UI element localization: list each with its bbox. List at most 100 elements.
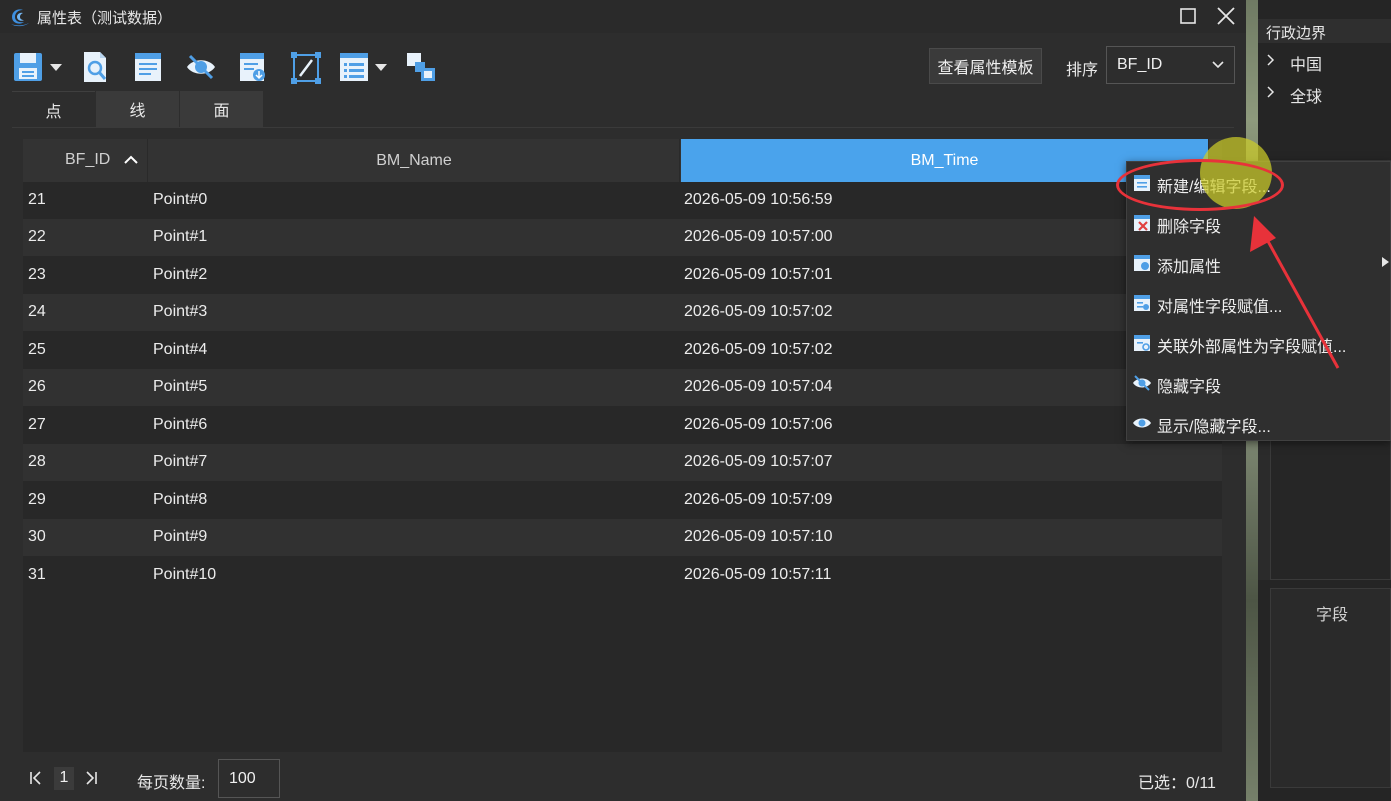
dock-title: 行政边界: [1266, 25, 1327, 42]
cell-bm-name: Point#10: [153, 566, 217, 583]
table-row[interactable]: 31 Point#10 2026-05-09 10:57:11: [23, 557, 1222, 594]
relation-icon[interactable]: [405, 50, 437, 84]
table-row[interactable]: 28 Point#7 2026-05-09 10:57:07: [23, 444, 1222, 481]
add-attribute-icon: [1134, 255, 1150, 271]
submenu-arrow-icon: [1382, 257, 1389, 267]
attribute-table: BF_ID BM_Name BM_Time 21 Point#0 2026-05…: [23, 139, 1222, 752]
table-row[interactable]: 23 Point#2 2026-05-09 10:57:01: [23, 257, 1222, 294]
cell-bm-name: Point#4: [153, 341, 208, 358]
geometry-tabs: 点 线 面: [12, 91, 264, 127]
first-page-icon[interactable]: [29, 770, 43, 786]
cell-bf-id: 22: [28, 228, 46, 245]
cell-bf-id: 31: [28, 566, 46, 583]
cell-bm-time: 2026-05-09 10:57:00: [684, 228, 833, 245]
last-page-icon[interactable]: [84, 770, 98, 786]
cell-bm-name: Point#8: [153, 491, 208, 508]
cell-bm-time: 2026-05-09 10:57:11: [684, 566, 832, 583]
column-header-label: BM_Time: [910, 151, 979, 169]
cell-bm-time: 2026-05-09 10:57:04: [684, 378, 833, 395]
cell-bm-name: Point#0: [153, 191, 208, 208]
edit-field-icon[interactable]: [290, 50, 322, 84]
cell-bf-id: 26: [28, 378, 46, 395]
table-row[interactable]: 21 Point#0 2026-05-09 10:56:59: [23, 182, 1222, 219]
cell-bf-id: 29: [28, 491, 46, 508]
column-header-label: BF_ID: [65, 151, 111, 168]
chevron-right-icon[interactable]: [1266, 54, 1275, 66]
window-title: 属性表（测试数据）: [37, 10, 173, 27]
chevron-right-icon[interactable]: [1266, 86, 1275, 98]
assign-value-icon: [1134, 295, 1150, 311]
cell-bm-name: Point#2: [153, 266, 208, 283]
save-icon[interactable]: [12, 50, 44, 84]
table-row[interactable]: 24 Point#3 2026-05-09 10:57:02: [23, 294, 1222, 331]
query-icon[interactable]: [80, 50, 112, 84]
sort-select[interactable]: BF_ID: [1106, 46, 1235, 84]
cell-bf-id: 23: [28, 266, 46, 283]
column-header-bm-name[interactable]: BM_Name: [149, 139, 680, 182]
cell-bm-time: 2026-05-09 10:57:01: [684, 266, 833, 283]
cell-bm-name: Point#7: [153, 453, 208, 470]
menu-item-label: 显示/隐藏字段...: [1157, 419, 1271, 436]
cell-bm-name: Point#5: [153, 378, 208, 395]
attribute-table-window: 属性表（测试数据） 查看属性模板 排序 BF_ID 点 线 面 BF_ID BM…: [0, 0, 1246, 801]
menu-item-show-hide-field[interactable]: 显示/隐藏字段...: [1127, 402, 1391, 442]
cell-bf-id: 21: [28, 191, 46, 208]
cell-bm-name: Point#3: [153, 303, 208, 320]
current-page[interactable]: 1: [54, 767, 74, 790]
selected-count: 已选：0/11: [1138, 775, 1216, 792]
maximize-icon[interactable]: [1175, 4, 1201, 28]
table-row[interactable]: 22 Point#1 2026-05-09 10:57:00: [23, 219, 1222, 256]
tab-point[interactable]: 点: [12, 91, 95, 127]
tree-item-global[interactable]: 全球: [1290, 83, 1322, 107]
visibility-icon[interactable]: [185, 50, 217, 84]
tab-polygon[interactable]: 面: [180, 91, 263, 127]
cell-bm-time: 2026-05-09 10:57:09: [684, 491, 833, 508]
sort-select-value: BF_ID: [1117, 56, 1163, 73]
table-row[interactable]: 26 Point#5 2026-05-09 10:57:04: [23, 369, 1222, 406]
cell-bf-id: 28: [28, 453, 46, 470]
column-header-bf-id[interactable]: BF_ID: [23, 139, 148, 182]
app-logo-icon: [11, 9, 29, 27]
list-options-icon[interactable]: [339, 50, 371, 84]
table-row[interactable]: 25 Point#4 2026-05-09 10:57:02: [23, 332, 1222, 369]
annotation-arrow-icon: [1250, 216, 1340, 369]
per-page-input[interactable]: 100: [218, 759, 280, 798]
cell-bm-time: 2026-05-09 10:57:10: [684, 528, 833, 545]
dock-subpanel: [1270, 440, 1391, 580]
cell-bm-time: 2026-05-09 10:57:07: [684, 453, 833, 470]
attribute-table-icon[interactable]: [132, 50, 164, 84]
cell-bm-name: Point#1: [153, 228, 208, 245]
cell-bf-id: 25: [28, 341, 46, 358]
cell-bf-id: 24: [28, 303, 46, 320]
column-header-label: BM_Name: [376, 151, 452, 169]
cell-bf-id: 30: [28, 528, 46, 545]
cell-bm-name: Point#6: [153, 416, 208, 433]
link-external-icon: [1134, 335, 1150, 351]
export-icon[interactable]: [237, 50, 269, 84]
cell-bm-name: Point#9: [153, 528, 208, 545]
hide-field-icon: [1133, 375, 1151, 391]
close-icon[interactable]: [1213, 4, 1239, 28]
tab-line[interactable]: 线: [96, 91, 179, 127]
save-dropdown-icon[interactable]: [50, 64, 62, 72]
chevron-down-icon: [1212, 61, 1224, 69]
cell-bm-time: 2026-05-09 10:57:02: [684, 303, 833, 320]
table-header: BF_ID BM_Name BM_Time: [23, 139, 1222, 182]
cell-bf-id: 27: [28, 416, 46, 433]
cell-bm-time: 2026-05-09 10:57:02: [684, 341, 833, 358]
table-row[interactable]: 27 Point#6 2026-05-09 10:57:06: [23, 407, 1222, 444]
list-options-dropdown-icon[interactable]: [375, 64, 387, 72]
show-hide-field-icon: [1133, 418, 1151, 428]
field-delete-icon: [1134, 215, 1150, 231]
view-template-button[interactable]: 查看属性模板: [929, 48, 1042, 84]
title-bar: 属性表（测试数据）: [0, 0, 1246, 33]
cell-bm-time: 2026-05-09 10:56:59: [684, 191, 833, 208]
field-panel-label: 字段: [1316, 607, 1349, 624]
sort-ascending-icon: [124, 155, 138, 164]
table-row[interactable]: 29 Point#8 2026-05-09 10:57:09: [23, 482, 1222, 519]
tab-divider: [12, 127, 1234, 128]
sort-label: 排序: [1066, 62, 1099, 79]
tree-item-china[interactable]: 中国: [1290, 51, 1322, 75]
table-row[interactable]: 30 Point#9 2026-05-09 10:57:10: [23, 519, 1222, 556]
cell-bm-time: 2026-05-09 10:57:06: [684, 416, 833, 433]
